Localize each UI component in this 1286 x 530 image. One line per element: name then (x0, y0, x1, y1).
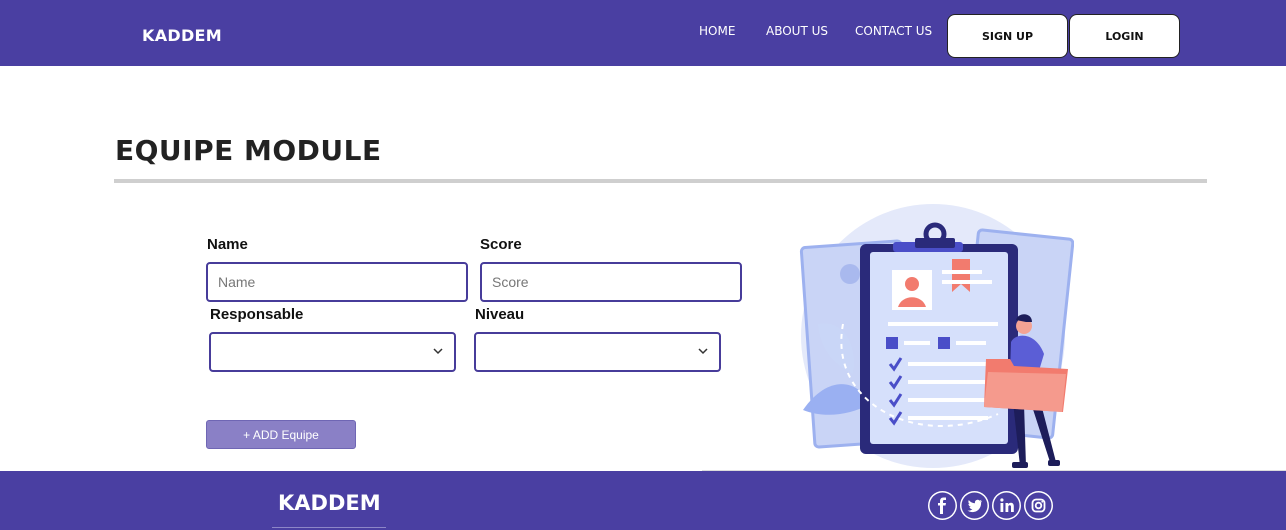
nav-link-contact[interactable]: CONTACT US (855, 24, 932, 38)
responsable-select[interactable] (209, 332, 456, 372)
score-input[interactable] (480, 262, 742, 302)
clipboard-illustration (799, 204, 1074, 468)
instagram-icon[interactable] (1024, 491, 1053, 520)
footer-brand: KADDEM (278, 491, 381, 515)
niveau-select[interactable] (474, 332, 721, 372)
page-title: EQUIPE MODULE (115, 134, 382, 167)
nav-link-about[interactable]: ABOUT US (766, 24, 828, 38)
login-button[interactable]: LOGIN (1069, 14, 1180, 58)
footer: KADDEM (0, 471, 1286, 530)
niveau-label: Niveau (475, 306, 525, 323)
linkedin-icon[interactable] (992, 491, 1021, 520)
add-equipe-button[interactable]: + ADD Equipe (206, 420, 356, 449)
name-label: Name (207, 236, 248, 253)
title-divider (114, 179, 1207, 183)
footer-brand-underline (272, 527, 386, 528)
responsable-label: Responsable (210, 306, 304, 323)
signup-button[interactable]: SIGN UP (947, 14, 1068, 58)
score-label: Score (480, 236, 522, 253)
name-input[interactable] (206, 262, 468, 302)
twitter-icon[interactable] (960, 491, 989, 520)
nav-link-home[interactable]: HOME (699, 24, 735, 38)
facebook-icon[interactable] (928, 491, 957, 520)
navbar: KADDEM HOME ABOUT US CONTACT US SIGN UP … (0, 0, 1286, 66)
brand-logo[interactable]: KADDEM (142, 26, 222, 45)
chevron-down-icon (698, 348, 708, 355)
chevron-down-icon (433, 348, 443, 355)
